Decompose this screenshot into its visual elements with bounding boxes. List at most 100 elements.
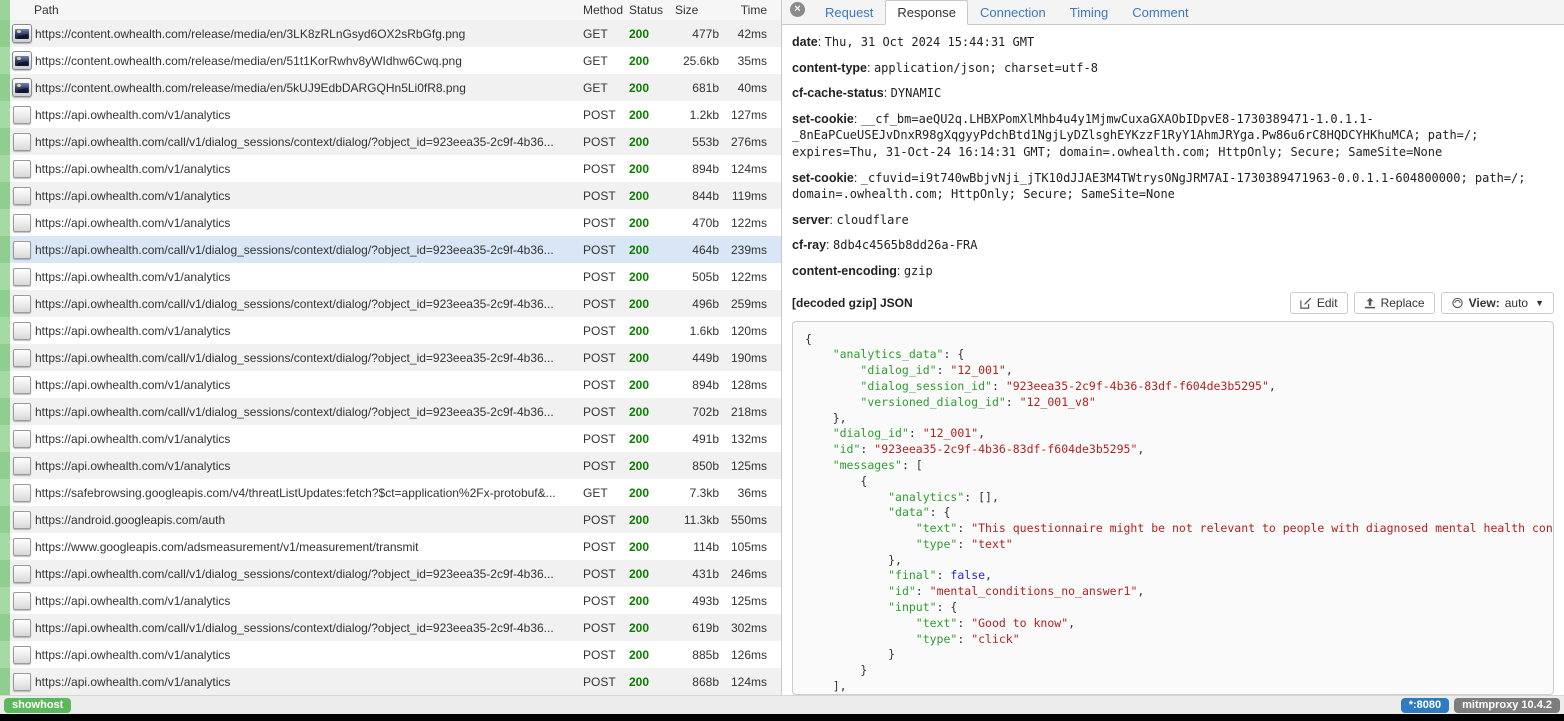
marker-strip [0, 668, 10, 695]
flow-status: 200 [629, 486, 675, 500]
flow-status: 200 [629, 675, 675, 689]
response-header-line[interactable]: content-encoding: gzip [792, 263, 1552, 280]
flow-status: 200 [629, 405, 675, 419]
close-icon[interactable]: × [790, 2, 805, 17]
header-name: set-cookie [792, 112, 854, 126]
document-file-icon [10, 214, 34, 232]
flow-row[interactable]: https://api.owhealth.com/call/v1/dialog_… [0, 128, 781, 155]
flow-row[interactable]: https://api.owhealth.com/v1/analyticsPOS… [0, 155, 781, 182]
marker-strip [0, 209, 10, 236]
flow-row[interactable]: https://api.owhealth.com/v1/analyticsPOS… [0, 371, 781, 398]
flow-method: GET [577, 486, 629, 500]
detail-body: date: Thu, 31 Oct 2024 15:44:31 GMT conte… [782, 25, 1564, 695]
flow-path: https://api.owhealth.com/call/v1/dialog_… [34, 405, 577, 419]
marker-strip [0, 0, 10, 20]
flow-path: https://api.owhealth.com/v1/analytics [34, 432, 577, 446]
chevron-down-icon: ▼ [1535, 298, 1544, 308]
flow-row[interactable]: https://api.owhealth.com/v1/analyticsPOS… [0, 587, 781, 614]
flow-time: 276ms [719, 135, 767, 149]
column-status[interactable]: Status [629, 3, 675, 17]
flow-row[interactable]: https://api.owhealth.com/v1/analyticsPOS… [0, 101, 781, 128]
column-time[interactable]: Time [719, 3, 767, 17]
flow-row[interactable]: https://api.owhealth.com/v1/analyticsPOS… [0, 425, 781, 452]
response-header-line[interactable]: date: Thu, 31 Oct 2024 15:44:31 GMT [792, 34, 1552, 51]
flow-path: https://api.owhealth.com/v1/analytics [34, 594, 577, 608]
flow-path: https://api.owhealth.com/call/v1/dialog_… [34, 621, 577, 635]
flow-status: 200 [629, 432, 675, 446]
tab-timing[interactable]: Timing [1058, 0, 1121, 25]
flow-row[interactable]: https://api.owhealth.com/call/v1/dialog_… [0, 560, 781, 587]
flow-row[interactable]: https://api.owhealth.com/call/v1/dialog_… [0, 344, 781, 371]
document-file-icon [10, 565, 34, 583]
flow-status: 200 [629, 108, 675, 122]
flow-row[interactable]: https://api.owhealth.com/v1/analyticsPOS… [0, 317, 781, 344]
flow-row[interactable]: https://api.owhealth.com/v1/analyticsPOS… [0, 209, 781, 236]
json-line: "final": false, [805, 568, 1541, 584]
response-header-line[interactable]: server: cloudflare [792, 212, 1552, 229]
flow-row[interactable]: https://api.owhealth.com/v1/analyticsPOS… [0, 452, 781, 479]
flow-size: 464b [675, 243, 719, 257]
flow-time: 124ms [719, 162, 767, 176]
response-header-line[interactable]: cf-ray: 8db4c4565b8dd26a-FRA [792, 237, 1552, 254]
flow-row[interactable]: https://api.owhealth.com/v1/analyticsPOS… [0, 182, 781, 209]
flow-path: https://android.googleapis.com/auth [34, 513, 577, 527]
response-headers: date: Thu, 31 Oct 2024 15:44:31 GMT conte… [782, 25, 1564, 289]
response-header-line[interactable]: set-cookie: __cf_bm=aeQU2q.LHBXPomXlMhb4… [792, 111, 1552, 161]
tab-connection[interactable]: Connection [968, 0, 1058, 25]
flow-row[interactable]: https://content.owhealth.com/release/med… [0, 74, 781, 101]
flow-status: 200 [629, 594, 675, 608]
column-path[interactable]: Path [34, 3, 577, 17]
flow-row[interactable]: https://api.owhealth.com/call/v1/dialog_… [0, 398, 781, 425]
json-line: "input": { [805, 600, 1541, 616]
flow-path: https://content.owhealth.com/release/med… [34, 81, 577, 95]
flow-path: https://api.owhealth.com/v1/analytics [34, 189, 577, 203]
flow-row[interactable]: https://api.owhealth.com/v1/analyticsPOS… [0, 641, 781, 668]
flow-path: https://api.owhealth.com/call/v1/dialog_… [34, 243, 577, 257]
json-line: }, [805, 411, 1541, 427]
flow-row[interactable]: https://api.owhealth.com/v1/analyticsPOS… [0, 668, 781, 695]
flow-method: POST [577, 675, 629, 689]
flow-size: 477b [675, 27, 719, 41]
flow-path: https://api.owhealth.com/call/v1/dialog_… [34, 351, 577, 365]
flow-size: 1.6kb [675, 324, 719, 338]
column-size[interactable]: Size [675, 3, 719, 17]
response-body-json[interactable]: { "analytics_data": { "dialog_id": "12_0… [792, 321, 1554, 695]
flow-row[interactable]: https://content.owhealth.com/release/med… [0, 20, 781, 47]
mitmweb-app: Path Method Status Size Time https://con… [0, 0, 1564, 695]
flow-time: 302ms [719, 621, 767, 635]
flow-time: 105ms [719, 540, 767, 554]
flow-time: 120ms [719, 324, 767, 338]
flow-row[interactable]: https://api.owhealth.com/v1/analyticsPOS… [0, 263, 781, 290]
flow-row[interactable]: https://content.owhealth.com/release/med… [0, 47, 781, 74]
view-mode-button[interactable]: View: auto ▼ [1441, 292, 1554, 314]
document-file-icon [10, 538, 34, 556]
tab-comment[interactable]: Comment [1120, 0, 1200, 25]
flow-method: GET [577, 54, 629, 68]
response-header-line[interactable]: content-type: application/json; charset=… [792, 60, 1552, 77]
edit-button[interactable]: Edit [1290, 292, 1348, 314]
replace-button[interactable]: Replace [1354, 292, 1435, 314]
flow-path: https://api.owhealth.com/v1/analytics [34, 378, 577, 392]
upload-icon [1364, 297, 1376, 309]
flow-status: 200 [629, 216, 675, 230]
document-file-icon [10, 511, 34, 529]
tab-response[interactable]: Response [885, 0, 968, 25]
marker-strip [0, 155, 10, 182]
header-colon: : [854, 171, 861, 185]
flow-size: 885b [675, 648, 719, 662]
response-header-line[interactable]: cf-cache-status: DYNAMIC [792, 85, 1552, 102]
flow-row[interactable]: https://api.owhealth.com/call/v1/dialog_… [0, 614, 781, 641]
flow-row[interactable]: https://safebrowsing.googleapis.com/v4/t… [0, 479, 781, 506]
flow-row[interactable]: https://www.googleapis.com/adsmeasuremen… [0, 533, 781, 560]
flow-row[interactable]: https://api.owhealth.com/call/v1/dialog_… [0, 236, 781, 263]
flow-status: 200 [629, 297, 675, 311]
flow-time: 126ms [719, 648, 767, 662]
response-header-line[interactable]: set-cookie: _cfuvid=i9t740wBbjvNji_jTK10… [792, 170, 1552, 203]
showhost-badge[interactable]: showhost [4, 698, 71, 713]
flow-time: 239ms [719, 243, 767, 257]
header-value: _cfuvid=i9t740wBbjvNji_jTK10dJJAE3M4TWtr… [792, 171, 1525, 202]
flow-row[interactable]: https://android.googleapis.com/authPOST2… [0, 506, 781, 533]
tab-request[interactable]: Request [813, 0, 885, 25]
flow-row[interactable]: https://api.owhealth.com/call/v1/dialog_… [0, 290, 781, 317]
column-method[interactable]: Method [577, 3, 629, 17]
